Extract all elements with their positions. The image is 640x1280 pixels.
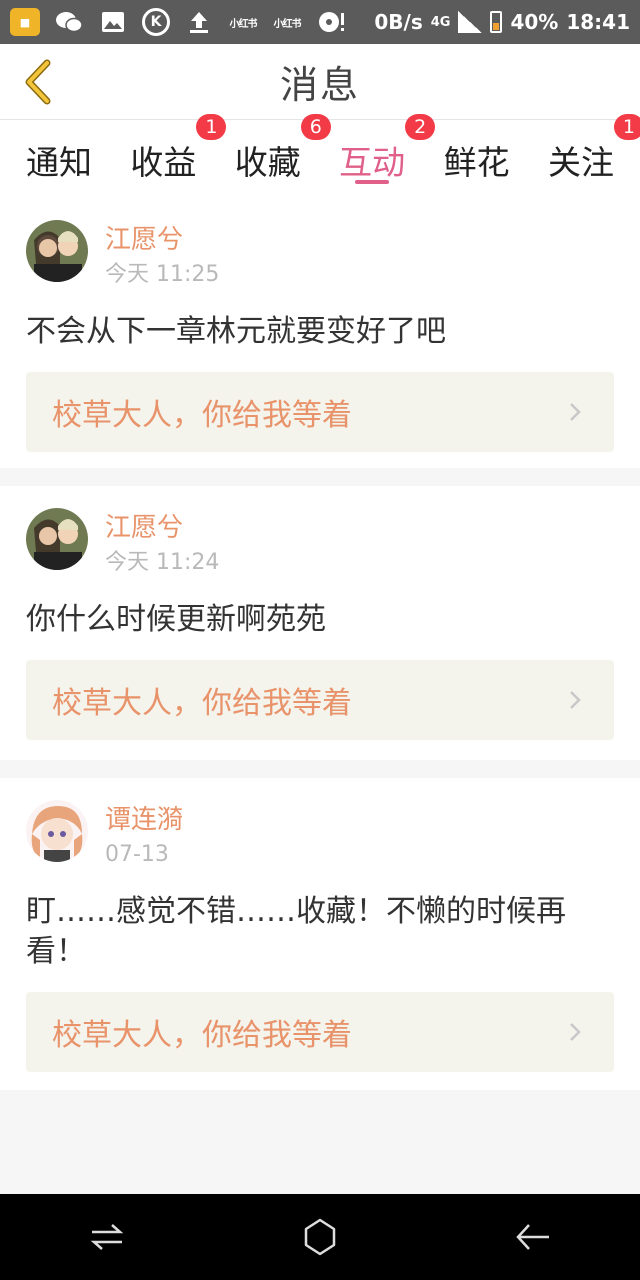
chevron-left-icon — [25, 59, 51, 105]
unread-badge: 6 — [300, 114, 331, 140]
book-title: 校草大人，你给我等着 — [52, 686, 352, 721]
app-header: 消息 — [0, 44, 640, 120]
comment-text: 你什么时候更新啊苑苑 — [26, 602, 326, 637]
tab-label: 互动 — [339, 143, 406, 182]
signal-icon — [458, 11, 483, 33]
chevron-right-icon — [570, 1023, 581, 1041]
back-arrow-icon — [516, 1224, 550, 1250]
battery-level: 40% — [510, 10, 559, 34]
book-title: 校草大人，你给我等着 — [52, 1018, 352, 1053]
book-reference[interactable]: 校草大人，你给我等着 — [26, 660, 614, 740]
wechat-icon — [54, 8, 84, 36]
active-tab-indicator — [355, 180, 390, 184]
home-button[interactable] — [290, 1207, 350, 1267]
message-card[interactable]: 江愿兮 今天 11:24 你什么时候更新啊苑苑 校草大人，你给我等着 — [0, 486, 640, 760]
xiaohongshu-icon: 小红书 — [273, 18, 302, 30]
comment-text: 盯……感觉不错……收藏！不懒的时候再看！ — [26, 894, 566, 969]
tab-interactions[interactable]: 互动 2 — [339, 114, 436, 198]
message-list: 江愿兮 今天 11:25 不会从下一章林元就要变好了吧 校草大人，你给我等着 江… — [0, 198, 640, 1108]
tab-label: 收益 — [130, 143, 197, 182]
upload-icon — [184, 8, 214, 36]
status-bar: ■ K 小红书 小红书 0B/s 4G 40% 18:41 — [0, 0, 640, 44]
back-nav-button[interactable] — [503, 1207, 563, 1267]
tab-label: 通知 — [26, 143, 92, 182]
image-icon — [98, 8, 128, 36]
tab-following[interactable]: 关注 1 — [547, 114, 640, 198]
comment-text: 不会从下一章林元就要变好了吧 — [26, 314, 446, 349]
tab-label: 收藏 — [234, 143, 301, 182]
tab-earnings[interactable]: 收益 1 — [130, 114, 227, 198]
book-reference[interactable]: 校草大人，你给我等着 — [26, 372, 614, 452]
battery-icon — [490, 11, 503, 33]
tab-flowers[interactable]: 鲜花 — [444, 120, 510, 198]
message-card[interactable]: 谭连漪 07-13 盯……感觉不错……收藏！不懒的时候再看！ 校草大人，你给我等… — [0, 778, 640, 1090]
username[interactable]: 江愿兮 — [105, 508, 219, 548]
timestamp: 07-13 — [105, 842, 169, 867]
chevron-right-icon — [570, 691, 581, 709]
home-icon — [304, 1218, 336, 1256]
switch-icon — [90, 1224, 123, 1250]
tab-label: 鲜花 — [443, 143, 510, 182]
recent-apps-button[interactable] — [77, 1207, 137, 1267]
music-icon — [316, 8, 346, 36]
page-title: 消息 — [279, 63, 360, 107]
network-speed: 0B/s — [374, 10, 423, 34]
unread-badge: 1 — [613, 114, 640, 140]
k-app-icon: K — [142, 8, 170, 36]
message-tabs: 通知 收益 1 收藏 6 互动 2 鲜花 关注 1 — [0, 114, 640, 198]
unread-badge: 2 — [405, 114, 436, 140]
username[interactable]: 江愿兮 — [105, 220, 219, 260]
system-nav-bar — [0, 1194, 640, 1280]
tab-notifications[interactable]: 通知 — [26, 120, 92, 198]
xiaohongshu-icon: 小红书 — [229, 18, 258, 30]
tab-favorites[interactable]: 收藏 6 — [234, 114, 331, 198]
unread-badge: 1 — [196, 114, 227, 140]
chevron-right-icon — [570, 403, 581, 421]
book-title: 校草大人，你给我等着 — [52, 398, 352, 433]
timestamp: 今天 11:24 — [105, 550, 220, 575]
network-type: 4G — [430, 14, 451, 30]
book-reference[interactable]: 校草大人，你给我等着 — [26, 992, 614, 1072]
message-card[interactable]: 江愿兮 今天 11:25 不会从下一章林元就要变好了吧 校草大人，你给我等着 — [0, 198, 640, 468]
tab-label: 关注 — [547, 143, 614, 182]
username[interactable]: 谭连漪 — [105, 800, 183, 840]
clock: 18:41 — [566, 10, 630, 34]
avatar[interactable] — [26, 220, 88, 282]
message-icon: ■ — [10, 8, 40, 36]
avatar[interactable] — [26, 800, 88, 862]
avatar[interactable] — [26, 508, 88, 570]
timestamp: 今天 11:25 — [105, 262, 220, 287]
back-button[interactable] — [12, 54, 62, 110]
